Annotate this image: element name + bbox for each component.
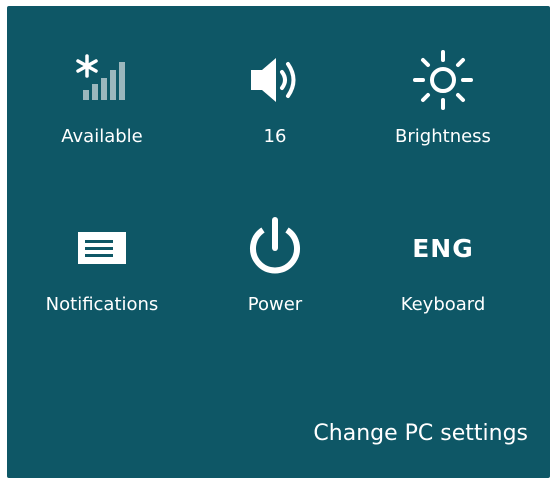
volume-label: 16 (263, 126, 287, 147)
keyboard-tile[interactable]: ENG Keyboard (363, 218, 523, 348)
brightness-tile[interactable]: Brightness (363, 50, 523, 180)
change-pc-settings-link[interactable]: Change PC settings (313, 421, 528, 446)
volume-tile[interactable]: 16 (195, 50, 355, 180)
network-signal-icon (22, 50, 182, 110)
network-tile[interactable]: Available (22, 50, 182, 180)
power-label: Power (247, 294, 303, 315)
power-tile[interactable]: Power (195, 217, 355, 348)
notifications-icon (22, 218, 182, 278)
speaker-volume-icon (195, 50, 355, 110)
power-icon (195, 217, 355, 278)
brightness-sun-icon (363, 50, 523, 110)
network-label: Available (61, 126, 143, 147)
keyboard-language-icon: ENG (363, 218, 523, 278)
settings-panel: Available 16 Brightness Notifications Po… (7, 6, 550, 478)
brightness-label: Brightness (395, 126, 491, 147)
notifications-tile[interactable]: Notifications (22, 218, 182, 348)
keyboard-label: Keyboard (400, 294, 486, 315)
keyboard-language-text: ENG (412, 233, 474, 263)
notifications-label: Notifications (45, 294, 159, 315)
